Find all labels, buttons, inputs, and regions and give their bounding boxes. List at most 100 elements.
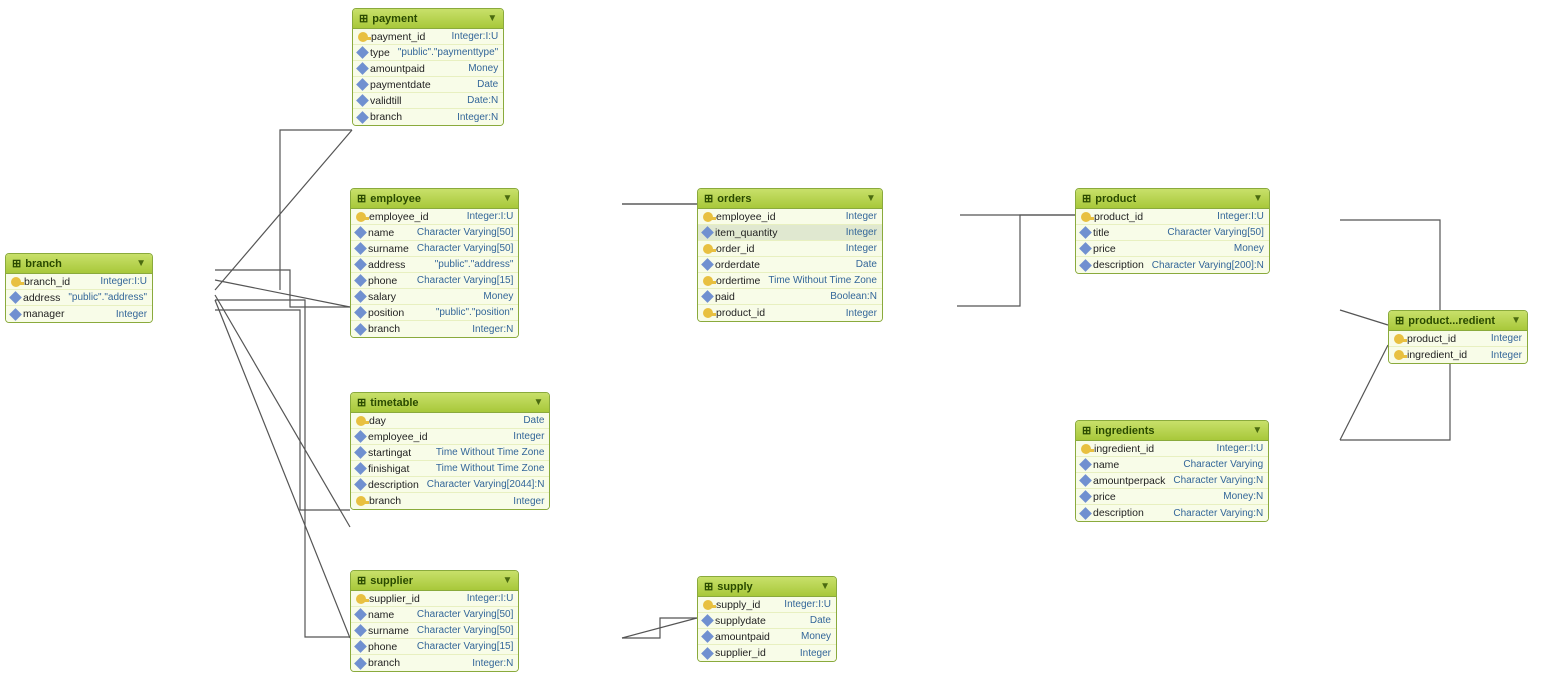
table-row: phoneCharacter Varying[15] xyxy=(351,273,518,289)
diamond-icon xyxy=(1079,474,1092,487)
table-row: ingredient_idInteger:I:U xyxy=(1076,441,1268,457)
table-row: address"public"."address" xyxy=(6,290,152,306)
dropdown-arrow-icon[interactable]: ▼ xyxy=(534,397,544,408)
field-type: Character Varying[15] xyxy=(417,641,514,652)
table-row: day Date xyxy=(351,413,549,429)
erd-diagram: ⊞payment▼payment_idInteger:I:Utype"publi… xyxy=(0,0,1562,693)
field-type: "public"."position" xyxy=(436,307,514,318)
diamond-icon xyxy=(1079,226,1092,239)
dropdown-arrow-icon[interactable]: ▼ xyxy=(820,581,830,592)
table-grid-icon: ⊞ xyxy=(1082,424,1091,437)
field-type: Money xyxy=(483,291,513,302)
table-grid-icon: ⊞ xyxy=(359,12,368,25)
field-type: Integer xyxy=(846,211,877,222)
table-row: amountpaidMoney xyxy=(698,629,836,645)
dropdown-arrow-icon[interactable]: ▼ xyxy=(1253,193,1263,204)
field-type: Character Varying[50] xyxy=(417,625,514,636)
table-row: order_idInteger xyxy=(698,241,882,257)
table-row: priceMoney:N xyxy=(1076,489,1268,505)
table-grid-icon: ⊞ xyxy=(357,192,366,205)
dropdown-arrow-icon[interactable]: ▼ xyxy=(502,575,512,586)
table-header-supplier[interactable]: ⊞supplier▼ xyxy=(351,571,518,591)
field-type: Time Without Time Zone xyxy=(436,463,545,474)
table-row: titleCharacter Varying[50] xyxy=(1076,225,1269,241)
field-name: phone xyxy=(368,275,397,287)
table-supply: ⊞supply▼supply_idInteger:I:UsupplydateDa… xyxy=(697,576,837,662)
field-type: Date xyxy=(856,259,877,270)
table-title: payment xyxy=(372,13,417,25)
diamond-icon xyxy=(354,462,367,475)
table-grid-icon: ⊞ xyxy=(12,257,21,270)
diamond-icon xyxy=(701,614,714,627)
diamond-icon xyxy=(354,624,367,637)
dropdown-arrow-icon[interactable]: ▼ xyxy=(136,258,146,269)
field-name: product_id xyxy=(1407,333,1456,345)
field-type: "public"."address" xyxy=(68,292,147,303)
dropdown-arrow-icon[interactable]: ▼ xyxy=(502,193,512,204)
key-icon xyxy=(356,212,366,222)
key-icon xyxy=(1081,444,1091,454)
diamond-icon xyxy=(701,630,714,643)
field-name: surname xyxy=(368,243,409,255)
table-header-payment[interactable]: ⊞ payment ▼ xyxy=(353,9,503,29)
table-header-supply[interactable]: ⊞supply▼ xyxy=(698,577,836,597)
field-name: price xyxy=(1093,243,1116,255)
field-type: Date:N xyxy=(467,95,498,106)
field-type: Date xyxy=(477,79,498,90)
field-type: Character Varying[50] xyxy=(417,243,514,254)
table-product: ⊞product▼product_idInteger:I:UtitleChara… xyxy=(1075,188,1270,274)
field-type: Integer xyxy=(846,227,877,238)
table-row: supplier_idInteger xyxy=(698,645,836,661)
table-row: employee_idInteger xyxy=(698,209,882,225)
diamond-icon xyxy=(701,258,714,271)
field-type: Time Without Time Zone xyxy=(768,275,877,286)
table-header-branch[interactable]: ⊞branch▼ xyxy=(6,254,152,274)
table-row: product_idInteger:I:U xyxy=(1076,209,1269,225)
field-type: Integer:N xyxy=(472,658,513,669)
table-header-timetable[interactable]: ⊞timetable▼ xyxy=(351,393,549,413)
table-header-ingredients[interactable]: ⊞ingredients▼ xyxy=(1076,421,1268,441)
dropdown-arrow-icon[interactable]: ▼ xyxy=(1511,315,1521,326)
table-row: ingredient_idInteger xyxy=(1389,347,1527,363)
dropdown-arrow-icon[interactable]: ▼ xyxy=(866,193,876,204)
table-grid-icon: ⊞ xyxy=(1395,314,1404,327)
diamond-icon xyxy=(1079,458,1092,471)
field-type: Integer:N xyxy=(457,112,498,123)
field-type: Integer xyxy=(1491,333,1522,344)
dropdown-arrow-icon[interactable]: ▼ xyxy=(487,13,497,24)
field-type: Date xyxy=(523,415,544,426)
field-name: description xyxy=(1093,259,1144,271)
key-icon xyxy=(1394,334,1404,344)
table-grid-icon: ⊞ xyxy=(357,396,366,409)
field-type: Integer xyxy=(513,431,544,442)
field-type: Integer xyxy=(846,243,877,254)
field-type: Character Varying:N xyxy=(1173,475,1263,486)
field-name: name xyxy=(368,609,394,621)
field-name: ingredient_id xyxy=(1407,349,1467,361)
diamond-icon xyxy=(354,274,367,287)
diamond-icon xyxy=(354,657,367,670)
table-row: surnameCharacter Varying[50] xyxy=(351,623,518,639)
field-type: Integer:I:U xyxy=(784,599,831,610)
field-name: item_quantity xyxy=(715,227,777,239)
table-header-employee[interactable]: ⊞employee▼ xyxy=(351,189,518,209)
field-type: Integer:I:U xyxy=(1217,443,1264,454)
table-header-orders[interactable]: ⊞orders▼ xyxy=(698,189,882,209)
table-row: branch_idInteger:I:U xyxy=(6,274,152,290)
table-header-product_ingredient[interactable]: ⊞product...redient▼ xyxy=(1389,311,1527,331)
diamond-icon xyxy=(354,306,367,319)
field-type: Integer:I:U xyxy=(467,211,514,222)
table-row: validtillDate:N xyxy=(353,93,503,109)
table-grid-icon: ⊞ xyxy=(704,192,713,205)
table-header-product[interactable]: ⊞product▼ xyxy=(1076,189,1269,209)
diamond-icon xyxy=(356,94,369,107)
field-name: name xyxy=(1093,459,1119,471)
field-name: salary xyxy=(368,291,396,303)
field-name: position xyxy=(368,307,404,319)
diamond-icon xyxy=(701,290,714,303)
field-name: supplier_id xyxy=(715,647,766,659)
field-name: amountpaid xyxy=(370,63,425,75)
field-type: Character Varying[50] xyxy=(1167,227,1264,238)
dropdown-arrow-icon[interactable]: ▼ xyxy=(1252,425,1262,436)
field-name: day xyxy=(369,415,386,427)
